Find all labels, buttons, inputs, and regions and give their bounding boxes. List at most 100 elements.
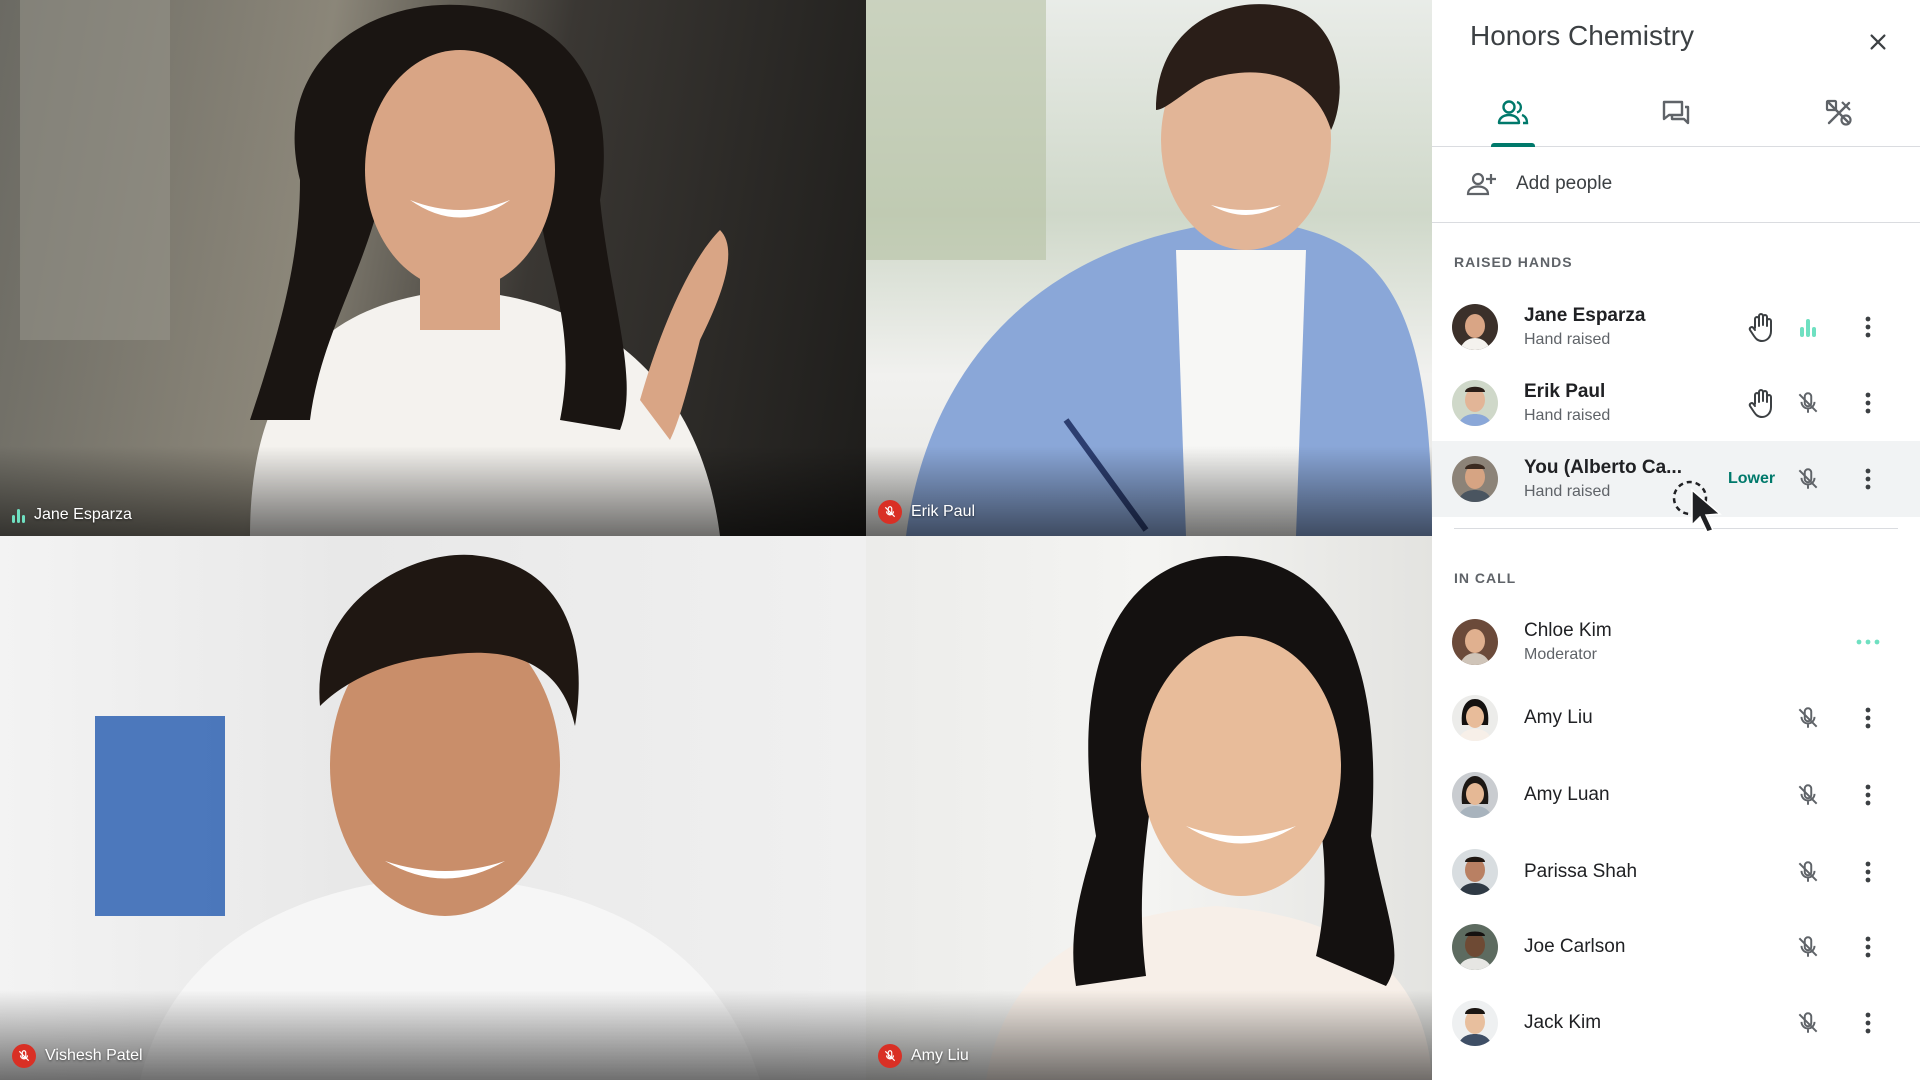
mic-off-icon	[1798, 707, 1818, 728]
tab-people[interactable]	[1432, 80, 1595, 147]
video-grid: Jane Esparza Erik Paul Vishesh Patel Amy…	[0, 0, 1432, 1080]
participant-name: Chloe Kim	[1524, 620, 1612, 641]
more-options-button[interactable]	[1850, 854, 1886, 890]
more-options-button[interactable]	[1850, 777, 1886, 813]
list-item: Parissa Shah	[1432, 834, 1920, 910]
mic-off-icon	[878, 1044, 902, 1068]
participant-label: Erik Paul	[878, 500, 975, 524]
people-panel: Honors Chemistry Add people RAISED HANDS…	[1432, 0, 1920, 1080]
raised-hand-icon	[1744, 385, 1780, 421]
people-icon	[1498, 100, 1529, 125]
participant-name: Amy Liu	[911, 1047, 969, 1064]
list-item: Joe Carlson	[1432, 909, 1920, 985]
speaking-indicator-icon	[12, 507, 25, 523]
mic-off-icon	[1798, 1012, 1818, 1033]
participant-name: You (Alberto Ca...	[1524, 457, 1682, 478]
avatar	[1452, 456, 1498, 502]
chat-icon	[1662, 100, 1690, 125]
more-options-button[interactable]	[1850, 700, 1886, 736]
participant-name: Vishesh Patel	[45, 1047, 143, 1064]
more-options-button[interactable]	[1850, 624, 1886, 660]
avatar	[1452, 924, 1498, 970]
divider	[1454, 528, 1898, 529]
mic-off-icon	[1798, 861, 1818, 882]
more-vert-icon	[1865, 861, 1871, 883]
participant-role: Moderator	[1524, 646, 1597, 663]
mic-off-button[interactable]	[1790, 1005, 1826, 1041]
mic-off-button[interactable]	[1790, 385, 1826, 421]
participant-name: Amy Luan	[1524, 784, 1610, 805]
participant-name: Erik Paul	[911, 503, 976, 520]
participant-name: Jane Esparza	[34, 506, 132, 523]
participant-name: Jack Kim	[1524, 1012, 1602, 1033]
more-horiz-icon	[1856, 639, 1880, 645]
close-icon	[1870, 34, 1886, 50]
video-tile[interactable]: Jane Esparza	[0, 0, 866, 536]
mic-off-icon	[1798, 936, 1818, 957]
in-call-heading: IN CALL	[1454, 570, 1517, 586]
video-tile[interactable]: Erik Paul	[866, 0, 1432, 536]
mic-off-icon	[1798, 468, 1818, 489]
avatar	[1452, 304, 1498, 350]
mic-off-icon	[1798, 784, 1818, 805]
panel-title: Honors Chemistry	[1470, 20, 1695, 51]
more-vert-icon	[1865, 707, 1871, 729]
avatar	[1452, 695, 1498, 741]
more-vert-icon	[1865, 316, 1871, 338]
participant-label: Jane Esparza	[12, 506, 132, 524]
more-options-button[interactable]	[1850, 461, 1886, 497]
mic-off-button[interactable]	[1790, 461, 1826, 497]
participant-name: Joe Carlson	[1524, 936, 1626, 957]
mic-off-button[interactable]	[1790, 777, 1826, 813]
mic-off-icon	[12, 1044, 36, 1068]
more-options-button[interactable]	[1850, 1005, 1886, 1041]
video-tile[interactable]: Vishesh Patel	[0, 536, 866, 1080]
participant-label: Vishesh Patel	[12, 1044, 143, 1068]
avatar	[1452, 849, 1498, 895]
participant-name: Erik Paul	[1524, 381, 1606, 402]
more-vert-icon	[1865, 392, 1871, 414]
more-options-button[interactable]	[1850, 929, 1886, 965]
participant-name: Parissa Shah	[1524, 861, 1638, 882]
more-vert-icon	[1865, 784, 1871, 806]
participant-name: Amy Liu	[1524, 707, 1593, 728]
participant-label: Amy Liu	[878, 1044, 969, 1068]
mic-off-button[interactable]	[1790, 929, 1826, 965]
more-vert-icon	[1865, 936, 1871, 958]
speaking-indicator-icon	[1790, 309, 1826, 345]
participant-status: Hand raised	[1524, 331, 1611, 348]
add-people-button[interactable]: Add people	[1432, 146, 1920, 223]
avatar	[1452, 380, 1498, 426]
avatar	[1452, 1000, 1498, 1046]
avatar	[1452, 772, 1498, 818]
raised-hand-icon	[1744, 309, 1780, 345]
add-person-icon	[1466, 172, 1496, 196]
mic-off-icon	[1798, 392, 1818, 413]
participant-name: Jane Esparza	[1524, 305, 1646, 326]
participant-status: Hand raised	[1524, 407, 1611, 424]
tab-chat[interactable]	[1595, 80, 1758, 146]
participant-status: Hand raised	[1524, 483, 1611, 500]
mic-off-button[interactable]	[1790, 700, 1826, 736]
tab-activities[interactable]	[1757, 80, 1920, 146]
close-button[interactable]	[1860, 24, 1896, 60]
list-item: Amy Liu	[1432, 680, 1920, 756]
more-options-button[interactable]	[1850, 385, 1886, 421]
activities-icon	[1825, 99, 1852, 126]
list-item: You (Alberto Ca... Hand raised Lower	[1432, 441, 1920, 517]
more-options-button[interactable]	[1850, 309, 1886, 345]
more-vert-icon	[1865, 1012, 1871, 1034]
more-vert-icon	[1865, 468, 1871, 490]
list-item: Jane Esparza Hand raised	[1432, 289, 1920, 365]
add-people-label: Add people	[1516, 173, 1613, 194]
list-item: Erik Paul Hand raised	[1432, 365, 1920, 441]
mic-off-icon	[878, 500, 902, 524]
mic-off-button[interactable]	[1790, 854, 1826, 890]
avatar	[1452, 619, 1498, 665]
video-tile[interactable]: Amy Liu	[866, 536, 1432, 1080]
list-item: Chloe Kim Moderator	[1432, 604, 1920, 680]
raised-hands-heading: RAISED HANDS	[1454, 254, 1573, 270]
list-item: Jack Kim	[1432, 985, 1920, 1061]
list-item: Amy Luan	[1432, 757, 1920, 833]
lower-hand-button[interactable]: Lower	[1728, 470, 1775, 488]
